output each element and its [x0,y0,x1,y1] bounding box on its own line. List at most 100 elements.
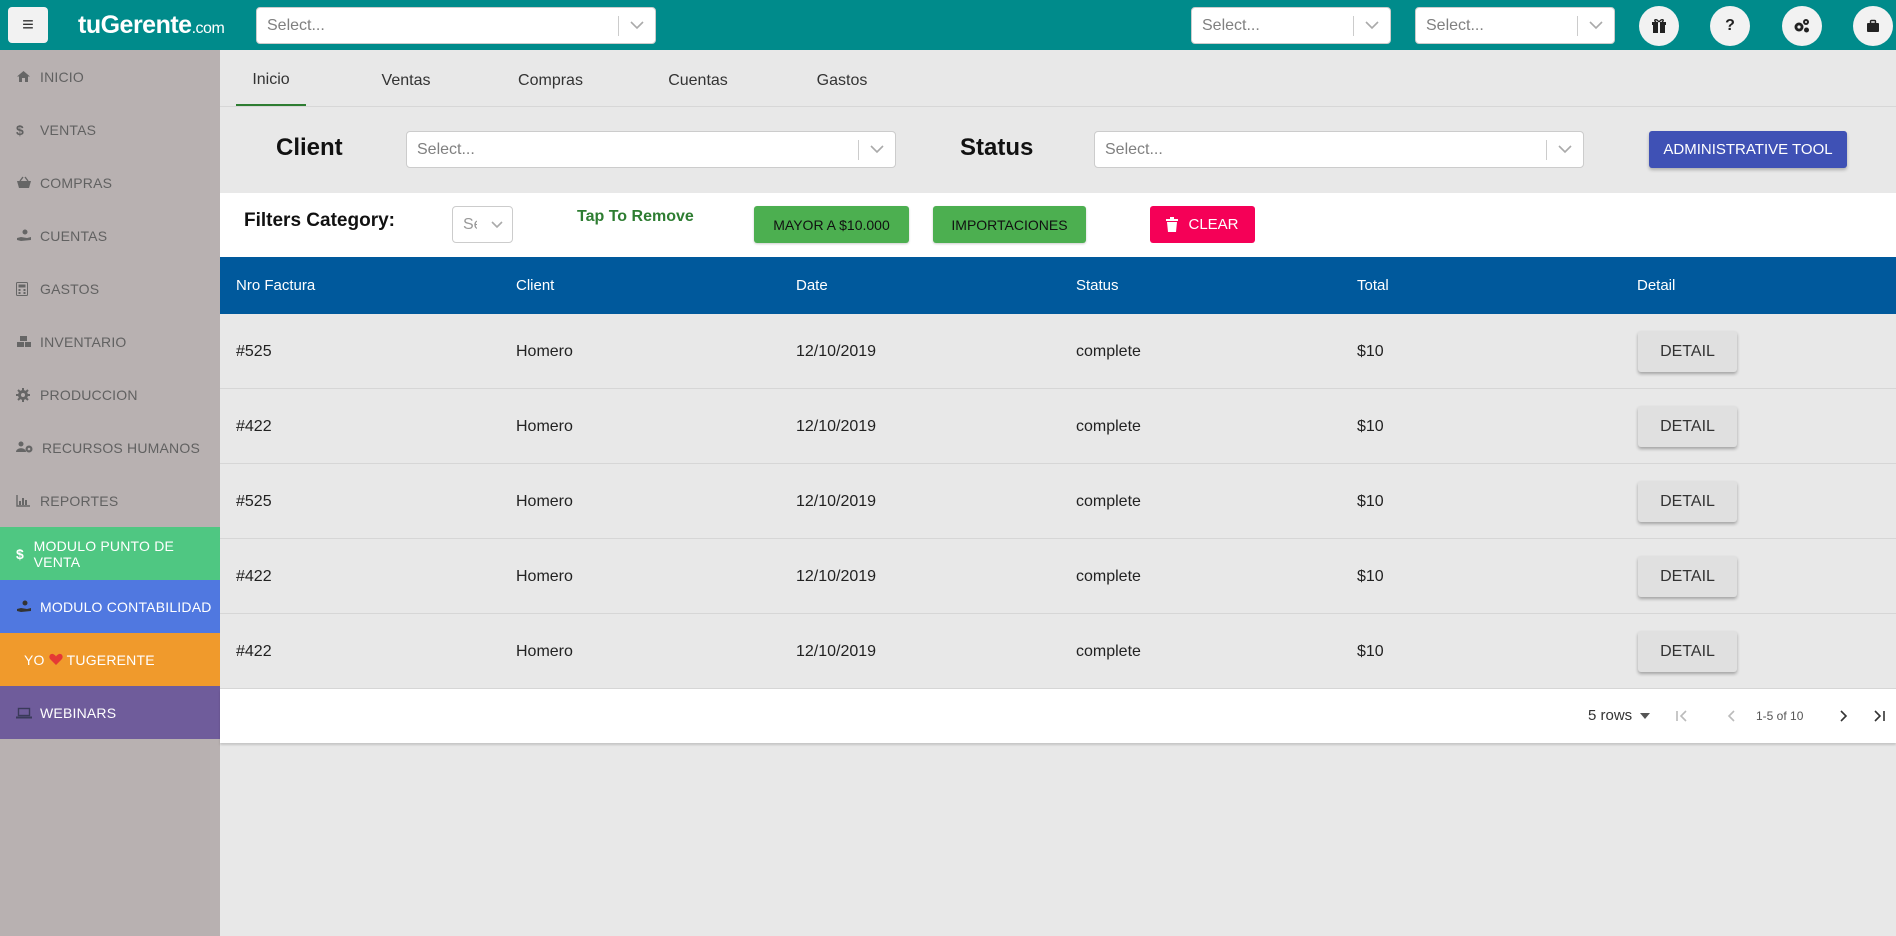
bar-chart-icon [16,494,34,507]
heart-icon [49,653,63,666]
rows-per-page-label: 5 rows [1588,707,1633,724]
status-filter-placeholder: Select... [1105,140,1163,158]
sidebar-item-inventario[interactable]: INVENTARIO [0,315,220,368]
rows-per-page-select[interactable]: 5 rows [1588,707,1651,724]
tab-label: Compras [518,72,583,89]
sidebar-item-inicio[interactable]: INICIO [0,50,220,103]
detail-button[interactable]: DETAIL [1638,331,1737,372]
sidebar-module-label: WEBINARS [40,704,117,721]
cell-date: 12/10/2019 [796,343,877,360]
sidebar-item-label: RECURSOS HUMANOS [42,439,200,456]
tab-inicio[interactable]: Inicio [236,56,306,106]
sidebar-item-label: INVENTARIO [40,333,127,350]
cell-nro-factura: #422 [236,643,272,660]
page-range-label: 1-5 of 10 [1756,709,1804,723]
calculator-icon [16,281,34,296]
administrative-tool-button[interactable]: ADMINISTRATIVE TOOL [1649,131,1847,168]
tab-ventas[interactable]: Ventas [373,56,439,106]
client-filter-label: Client [276,134,343,161]
next-page-button[interactable] [1831,703,1857,729]
cell-status: complete [1076,643,1141,660]
sidebar-item-produccion[interactable]: PRODUCCION [0,368,220,421]
gift-button[interactable] [1639,6,1679,46]
column-header-date[interactable]: Date [796,277,828,294]
cell-total: $10 [1357,418,1384,435]
first-page-icon [1676,710,1687,722]
sidebar-module-contabilidad[interactable]: MODULO CONTABILIDAD [0,580,220,633]
main-select[interactable]: Select... [256,7,656,44]
menu-toggle-button[interactable]: ≡ [8,7,48,43]
hand-coin-icon [16,229,34,242]
tab-compras[interactable]: Compras [511,56,590,106]
main-select-placeholder: Select... [267,16,325,34]
detail-button[interactable]: DETAIL [1638,481,1737,522]
table-row: #422 Homero 12/10/2019 complete $10 DETA… [220,389,1896,464]
hand-coin-icon [16,600,34,613]
sidebar-module-webinars[interactable]: WEBINARS [0,686,220,739]
filter-chip-importaciones[interactable]: IMPORTACIONES [933,206,1086,243]
laptop-icon [16,707,34,719]
sidebar: INICIO $ VENTAS COMPRAS CUENTAS GASTOS I… [0,50,220,936]
logo[interactable]: tuGerente.com [78,11,225,40]
client-filter-select[interactable]: Select... [406,131,896,168]
cell-client: Homero [516,418,573,435]
settings-button[interactable] [1782,6,1822,46]
detail-button[interactable]: DETAIL [1638,406,1737,447]
tab-divider [220,106,1896,107]
column-header-total[interactable]: Total [1357,277,1389,294]
category-select[interactable]: Select... [452,206,513,243]
briefcase-button[interactable] [1853,6,1893,46]
sidebar-item-compras[interactable]: COMPRAS [0,156,220,209]
chevron-down-icon [482,220,512,229]
sidebar-item-label: GASTOS [40,280,100,297]
sidebar-item-label: PRODUCCION [40,386,138,403]
sidebar-item-reportes[interactable]: REPORTES [0,474,220,527]
last-page-button[interactable] [1866,703,1892,729]
clear-filters-button[interactable]: CLEAR [1150,206,1255,243]
tab-label: Ventas [381,72,431,89]
tab-label: Gastos [816,72,868,89]
cell-date: 12/10/2019 [796,643,877,660]
sidebar-module-label: MODULO PUNTO DE VENTA [33,537,175,570]
tab-gastos[interactable]: Gastos [809,56,875,106]
filters-category-label: Filters Category: [244,210,395,231]
sidebar-module-punto-de-venta[interactable]: $ MODULO PUNTO DE VENTA [0,527,220,580]
column-header-nro-factura[interactable]: Nro Factura [236,277,315,294]
help-button[interactable]: ? [1710,6,1750,46]
detail-button[interactable]: DETAIL [1638,631,1737,672]
filter-category-bar: Filters Category: Select... Tap To Remov… [220,193,1896,257]
sidebar-item-label: VENTAS [40,121,97,138]
sidebar-module-label-prefix: YO [24,651,45,668]
sidebar-module-yo-tugerente[interactable]: YO TUGERENTE [0,633,220,686]
sidebar-item-gastos[interactable]: GASTOS [0,262,220,315]
sidebar-item-label: COMPRAS [40,174,113,191]
tab-label: Inicio [252,71,290,88]
sidebar-item-recursos-humanos[interactable]: RECURSOS HUMANOS [0,421,220,474]
sidebar-module-label-suffix: TUGERENTE [66,651,155,668]
cell-total: $10 [1357,643,1384,660]
client-filter-placeholder: Select... [417,140,475,158]
cell-nro-factura: #525 [236,343,272,360]
sidebar-item-cuentas[interactable]: CUENTAS [0,209,220,262]
logo-suffix: .com [191,20,225,37]
clear-label: CLEAR [1188,216,1239,233]
column-header-client[interactable]: Client [516,277,554,294]
chevron-right-icon [1840,710,1848,722]
tab-cuentas[interactable]: Cuentas [658,56,738,106]
previous-page-button[interactable] [1718,703,1744,729]
filter-chip-mayor[interactable]: MAYOR A $10.000 [754,206,909,243]
cell-nro-factura: #422 [236,568,272,585]
branch-select[interactable]: Select... [1415,7,1615,44]
chevron-down-icon [619,21,655,30]
cell-client: Homero [516,493,573,510]
cell-status: complete [1076,568,1141,585]
company-select[interactable]: Select... [1191,7,1391,44]
sidebar-item-label: INICIO [40,68,84,85]
column-header-status[interactable]: Status [1076,277,1119,294]
detail-button[interactable]: DETAIL [1638,556,1737,597]
status-filter-select[interactable]: Select... [1094,131,1584,168]
chevron-down-icon [1354,21,1390,30]
first-page-button[interactable] [1669,703,1695,729]
cell-client: Homero [516,643,573,660]
sidebar-item-ventas[interactable]: $ VENTAS [0,103,220,156]
